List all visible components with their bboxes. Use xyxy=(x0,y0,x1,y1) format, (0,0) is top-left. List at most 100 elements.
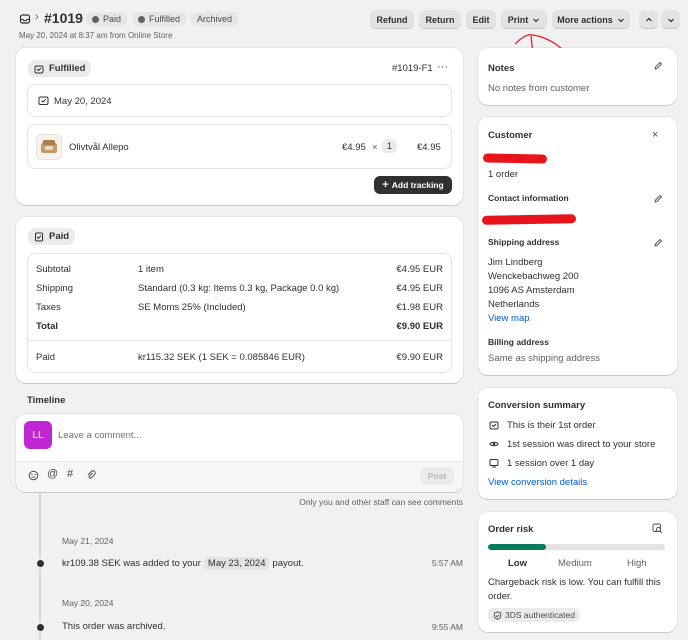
more-actions-button[interactable]: More actions xyxy=(552,10,630,29)
taxes-value: €1.98 EUR xyxy=(396,302,443,313)
emoji-icon[interactable] xyxy=(28,470,39,481)
subtotal-label: Subtotal xyxy=(36,264,71,275)
header-badges: Paid Fulfilled Archived xyxy=(86,12,239,26)
customer-card: Customer × 1 order Contact information S… xyxy=(478,117,677,375)
conversion-title: Conversion summary xyxy=(488,400,586,411)
breadcrumb-chevron-icon: › xyxy=(35,11,39,23)
address-line-2: Wenckebachweg 200 xyxy=(488,271,579,282)
contact-information-title: Contact information xyxy=(488,193,569,203)
paid-label: Paid xyxy=(36,352,56,363)
address-line-1: Jim Lindberg xyxy=(488,257,543,268)
timeline-event-archived: This order was archived. xyxy=(62,621,166,632)
risk-label-high: High xyxy=(627,558,647,569)
add-tracking-button[interactable]: + Add tracking xyxy=(374,176,452,194)
conversion-item-3: 1 session over 1 day xyxy=(507,458,595,469)
eye-icon xyxy=(489,439,499,449)
shipping-label: Shipping xyxy=(36,283,73,294)
line-item: Olivtvål Allepo €4.95 × 1 €4.95 xyxy=(27,124,452,169)
status-badge-archived: Archived xyxy=(191,12,239,26)
payout-date-chip[interactable]: May 23, 2024 xyxy=(203,557,270,570)
billing-address-title: Billing address xyxy=(488,337,549,347)
shipping-value: €4.95 EUR xyxy=(396,283,443,294)
product-thumbnail[interactable] xyxy=(36,134,62,160)
total-value: €9.90 EUR xyxy=(396,321,443,332)
timeline-date-2: May 20, 2024 xyxy=(62,598,114,608)
view-map-link[interactable]: View map xyxy=(488,313,530,324)
timeline-dot xyxy=(37,560,44,567)
paid-desc: kr115.32 SEK (1 SEK = 0.085846 EUR) xyxy=(138,352,305,363)
mention-icon[interactable]: @ xyxy=(47,468,58,480)
order-risk-title: Order risk xyxy=(488,524,534,535)
staff-note: Only you and other staff can see comment… xyxy=(299,497,463,507)
billing-address-text: Same as shipping address xyxy=(488,353,600,364)
item-qty-badge: 1 xyxy=(382,139,398,153)
comment-toolbar xyxy=(16,461,463,492)
fulfilled-status-tag: Fulfilled xyxy=(28,60,92,77)
taxes-label: Taxes xyxy=(36,302,61,313)
conversion-summary-card: Conversion summary This is their 1st ord… xyxy=(478,388,677,499)
edit-pencil-icon[interactable] xyxy=(653,194,663,204)
notes-card: Notes No notes from customer xyxy=(478,48,677,105)
delivery-box-icon xyxy=(38,95,49,106)
item-times: × xyxy=(372,142,378,153)
risk-label-medium: Medium xyxy=(558,558,592,569)
orders-icon[interactable] xyxy=(19,13,31,25)
fulfillment-menu-icon[interactable]: ··· xyxy=(437,61,448,73)
print-button[interactable]: Print xyxy=(501,10,547,29)
item-unit-price: €4.95 xyxy=(342,142,366,153)
comment-input[interactable] xyxy=(58,427,438,443)
chevron-down-icon xyxy=(532,16,540,24)
page-title: #1019 xyxy=(44,10,83,26)
next-order-button[interactable] xyxy=(661,10,680,29)
dot-icon xyxy=(92,15,99,23)
edit-button[interactable]: Edit xyxy=(466,10,496,29)
shield-check-icon xyxy=(493,610,502,620)
previous-order-button[interactable] xyxy=(639,10,658,29)
fulfillment-id: #1019-F1 xyxy=(392,63,433,74)
taxes-desc: SE Moms 25% (Included) xyxy=(138,302,246,313)
receipt-icon xyxy=(34,232,44,242)
shipping-address-title: Shipping address xyxy=(488,237,560,247)
status-badge-fulfilled: Fulfilled xyxy=(132,12,187,26)
dot-icon xyxy=(138,15,146,23)
summary-divider xyxy=(28,340,451,341)
close-icon[interactable]: × xyxy=(652,129,658,141)
return-button[interactable]: Return xyxy=(419,10,461,29)
risk-label-low: Low xyxy=(508,558,527,569)
fulfillment-date: May 20, 2024 xyxy=(54,96,112,107)
refund-button[interactable]: Refund xyxy=(370,10,414,29)
view-conversion-details-link[interactable]: View conversion details xyxy=(488,477,587,488)
address-line-3: 1096 AS Amsterdam xyxy=(488,285,575,296)
fulfillment-date-row: May 20, 2024 xyxy=(27,84,452,117)
avatar: LL xyxy=(24,421,52,449)
contact-redaction xyxy=(481,214,577,225)
product-name-link[interactable]: Olivtvål Allepo xyxy=(69,142,129,153)
order-risk-card: Order risk Low Medium High Chargeback ri… xyxy=(478,512,677,632)
edit-pencil-icon[interactable] xyxy=(653,238,663,248)
timeline-time-1: 5:57 AM xyxy=(431,558,463,568)
attachment-icon[interactable] xyxy=(86,470,97,481)
timeline-dot xyxy=(37,624,44,631)
paid-status-tag: Paid xyxy=(28,228,76,245)
order-subtitle: May 20, 2024 at 8:37 am from Online Stor… xyxy=(19,31,173,40)
chevron-down-icon xyxy=(617,16,625,24)
risk-analysis-icon[interactable] xyxy=(652,523,663,534)
subtotal-value: €4.95 EUR xyxy=(396,264,443,275)
sessions-icon xyxy=(489,458,499,468)
plus-icon: + xyxy=(382,179,389,191)
timeline-date-1: May 21, 2024 xyxy=(62,536,114,546)
timeline-event-payout: kr109.38 SEK was added to your May 23, 2… xyxy=(62,557,304,570)
chevron-down-icon xyxy=(667,16,675,24)
shipping-desc: Standard (0.3 kg: Items 0.3 kg, Package … xyxy=(138,283,340,294)
address-line-4: Netherlands xyxy=(488,299,540,310)
paid-value: €9.90 EUR xyxy=(396,352,443,363)
hashtag-icon[interactable]: # xyxy=(67,468,73,480)
fulfilled-icon xyxy=(34,64,44,74)
edit-pencil-icon[interactable] xyxy=(653,61,663,71)
notes-text: No notes from customer xyxy=(488,83,590,94)
risk-meter-fill xyxy=(488,544,547,550)
3ds-badge: 3DS authenticated xyxy=(488,608,580,622)
payment-summary: Subtotal 1 item €4.95 EUR Shipping Stand… xyxy=(27,253,452,373)
post-button[interactable]: Post xyxy=(420,467,454,485)
risk-text: Chargeback risk is low. You can fulfill … xyxy=(488,577,661,602)
